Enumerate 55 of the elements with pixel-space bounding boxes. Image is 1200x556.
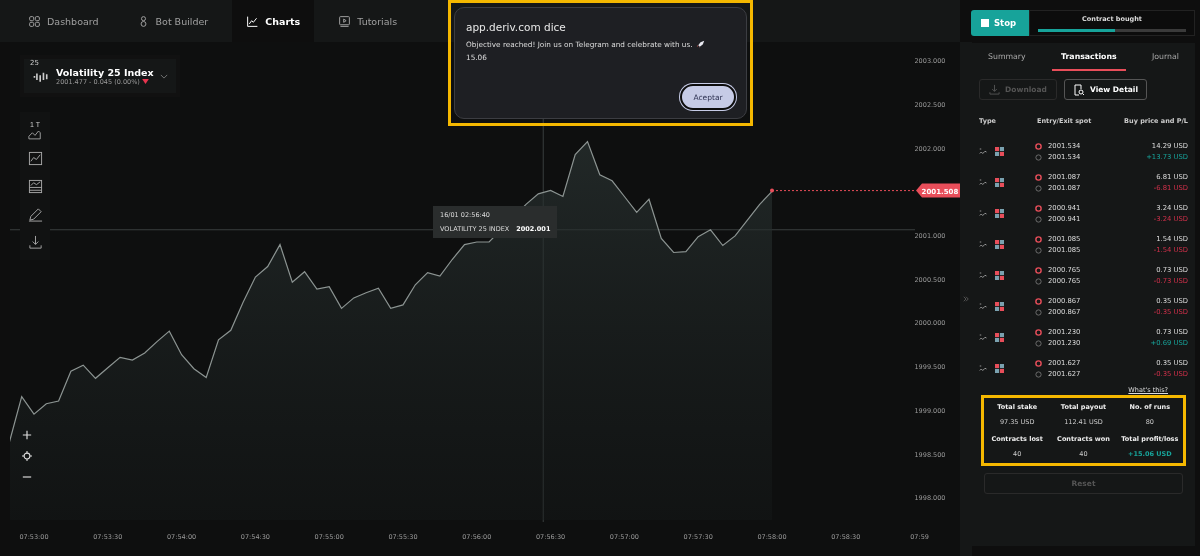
nav-tab[interactable]: Tutorials <box>324 0 412 42</box>
digits-icon <box>995 333 1004 342</box>
entry-marker-icon <box>1035 204 1042 212</box>
entry-marker-icon <box>1035 142 1042 150</box>
entry-marker-icon <box>1035 266 1042 274</box>
digits-icon <box>995 209 1004 218</box>
download-icon <box>27 234 43 250</box>
contract-type-icon <box>979 302 988 311</box>
digits-icon <box>995 240 1004 249</box>
symbol-name: Volatility 25 Index <box>56 66 154 78</box>
zoom-in-icon[interactable] <box>22 430 32 440</box>
exit-marker-icon <box>1035 370 1042 378</box>
entry-marker-icon <box>1035 297 1042 305</box>
video-icon <box>338 14 352 28</box>
stop-icon <box>981 19 989 27</box>
chart-icon <box>27 150 43 166</box>
last-tick-dot <box>770 188 774 193</box>
contract-type-icon <box>979 364 988 373</box>
exit-marker-icon <box>1035 184 1042 192</box>
crosshair-icon[interactable] <box>22 451 32 461</box>
contract-type-icon <box>979 333 988 342</box>
nav-tab[interactable]: Dashboard <box>14 0 113 42</box>
grid-icon <box>28 14 41 28</box>
digits-icon <box>995 364 1004 373</box>
digits-icon <box>995 302 1004 311</box>
contract-type-icon <box>979 147 988 156</box>
nav-tab[interactable]: Bot Builder <box>122 0 223 42</box>
dialog-title: app.deriv.com dice <box>466 21 567 33</box>
entry-marker-icon <box>1035 328 1042 336</box>
entry-marker-icon <box>1035 359 1042 367</box>
document-search-icon <box>1073 83 1085 96</box>
entry-marker-icon <box>1035 173 1042 181</box>
table-chart-icon <box>27 178 43 194</box>
exit-marker-icon <box>1035 277 1042 285</box>
entry-marker-icon <box>1035 235 1042 243</box>
contract-type-icon <box>979 271 988 280</box>
exit-marker-icon <box>1035 153 1042 161</box>
nav-tab[interactable]: Charts <box>232 0 315 42</box>
contract-type-icon <box>979 240 988 249</box>
chevron-down-icon <box>160 73 168 79</box>
rocket-icon <box>695 40 705 49</box>
exit-marker-icon <box>1035 308 1042 316</box>
line-chart-icon <box>246 14 260 28</box>
exit-marker-icon <box>1035 246 1042 254</box>
digits-icon <box>995 178 1004 187</box>
collapse-handle-icon[interactable] <box>963 296 969 302</box>
download-icon <box>989 84 1001 95</box>
contract-type-icon <box>979 178 988 187</box>
digits-icon <box>995 147 1004 156</box>
digits-icon <box>995 271 1004 280</box>
contract-type-icon <box>979 209 988 218</box>
pencil-icon <box>27 206 43 222</box>
exit-marker-icon <box>1035 215 1042 223</box>
area-chart-icon <box>28 128 42 140</box>
exit-marker-icon <box>1035 339 1042 347</box>
